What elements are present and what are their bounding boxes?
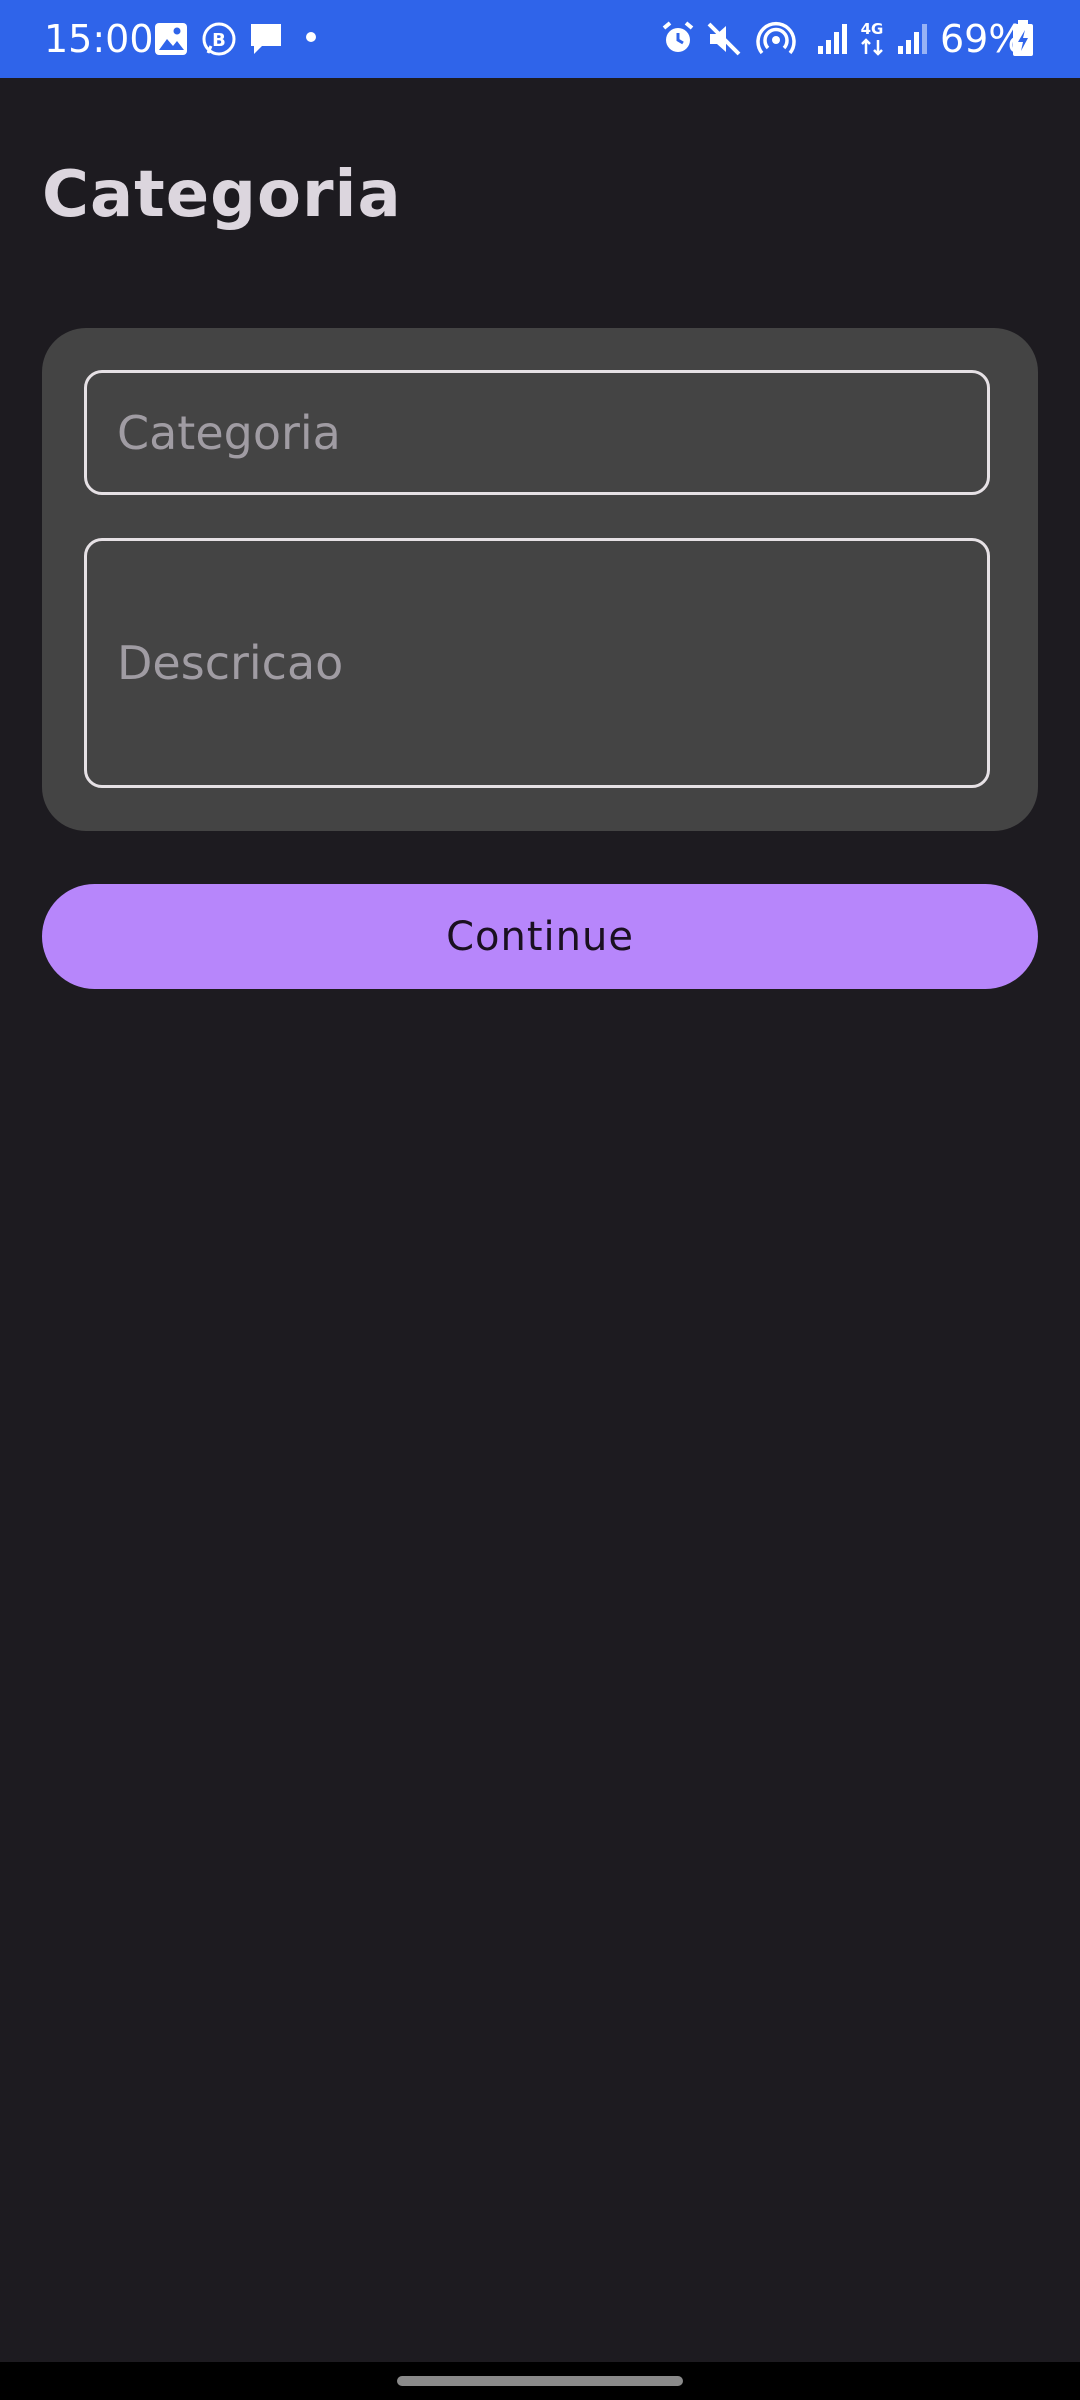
alarm-icon: [662, 21, 694, 52]
svg-text:4G: 4G: [861, 20, 884, 38]
category-input[interactable]: Categoria: [84, 370, 990, 495]
signal-icon: [818, 24, 847, 54]
signal-icon-2: [898, 24, 927, 54]
home-gesture-handle[interactable]: [397, 2376, 683, 2386]
screen: 15:00 B 4G 69% Categoria Categoria Descr…: [0, 0, 1080, 2400]
description-placeholder: Descricao: [117, 636, 344, 690]
description-input[interactable]: Descricao: [84, 538, 990, 788]
navigation-bar: [0, 2362, 1080, 2400]
form-card: Categoria Descricao: [42, 328, 1038, 831]
mute-icon: [707, 22, 741, 56]
continue-button[interactable]: Continue: [42, 884, 1038, 989]
category-placeholder: Categoria: [117, 405, 341, 460]
status-bar: 15:00 B 4G 69%: [0, 0, 1080, 78]
dot-icon: [306, 32, 316, 42]
whatsapp-business-icon: B: [202, 22, 236, 56]
status-time: 15:00: [44, 17, 154, 61]
page-title: Categoria: [42, 158, 402, 232]
svg-text:B: B: [212, 30, 226, 51]
battery-charging-icon: [1013, 20, 1033, 56]
message-icon: [251, 24, 281, 54]
4g-signal-icon: 4G: [861, 20, 884, 56]
hotspot-icon: [756, 22, 796, 55]
image-icon: [155, 23, 187, 55]
